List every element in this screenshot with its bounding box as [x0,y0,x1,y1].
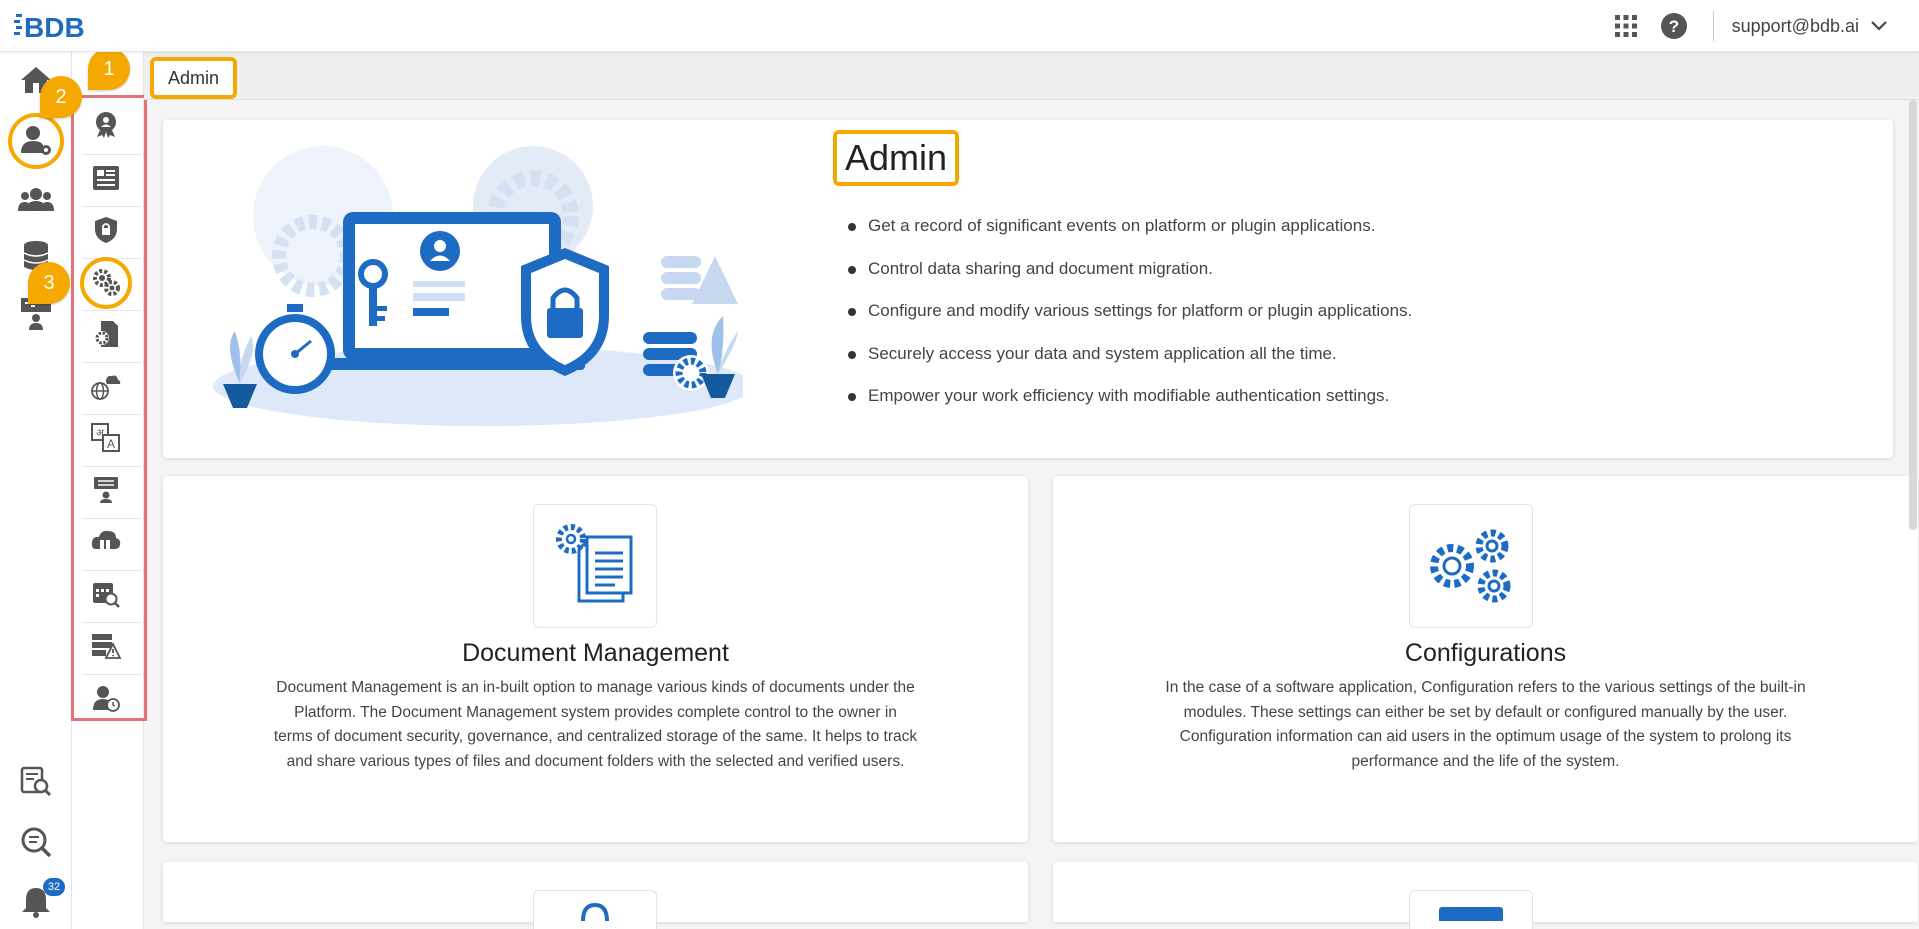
card-description: Document Management is an in-built optio… [273,679,918,771]
language-translate-icon[interactable]: अA [84,416,128,460]
list-item: Control data sharing and document migrat… [848,259,1412,302]
submenu-separator [82,154,142,155]
submenu-separator [82,622,142,623]
partial-card[interactable] [1053,862,1918,929]
top-bar: BDB ? support@bdb.ai [0,0,1919,52]
breadcrumb-admin[interactable]: Admin [150,57,238,99]
audit-badge-icon[interactable] [84,102,128,146]
notification-count-badge: 32 [43,878,65,896]
card-title: Configurations [1404,639,1567,667]
admin-feature-list: Get a record of significant events on pl… [848,216,1412,429]
header-divider [1712,11,1714,41]
submenu-separator [82,518,142,519]
user-clock-icon[interactable] [84,676,128,720]
list-item: Securely access your data and system app… [848,344,1412,387]
breadcrumb-bar [144,52,1919,100]
configurations-card-icon [1409,504,1533,628]
submenu-separator [82,570,142,571]
submenu-separator [82,206,142,207]
list-item: Configure and modify various settings fo… [848,301,1412,344]
document-management-card-icon [533,504,657,628]
configurations-card[interactable]: Configurations In the case of a software… [1053,476,1918,842]
apps-grid-icon[interactable] [1611,11,1641,41]
partial-card-icon [1409,890,1533,929]
server-warning-icon[interactable] [84,624,128,668]
step-marker-2: 2 [40,76,82,118]
search-icon[interactable] [12,818,60,866]
globe-cloud-icon[interactable] [84,364,128,408]
submenu-separator [82,466,142,467]
users-group-icon[interactable] [12,176,60,224]
submenu-separator [82,310,142,311]
admin-hero-card: Admin Get a record of significant events… [163,120,1893,458]
list-item: Get a record of significant events on pl… [848,216,1412,259]
document-management-icon[interactable] [84,156,128,200]
card-title: Document Management [462,639,729,667]
calendar-search-icon[interactable] [84,572,128,616]
step-marker-1: 1 [88,48,130,90]
step-2-highlight-ring [8,113,64,169]
submenu-separator [82,362,142,363]
chevron-down-icon[interactable] [1871,21,1887,31]
help-icon[interactable]: ? [1659,11,1689,41]
security-shield-icon[interactable] [84,208,128,252]
partial-card-icon [533,890,657,929]
logo-text: BDB [24,12,85,43]
submenu-separator [82,414,142,415]
user-email[interactable]: support@bdb.ai [1732,16,1859,37]
svg-text:?: ? [1668,17,1678,36]
cloud-server-icon[interactable] [84,520,128,564]
step-3-highlight-ring [80,257,132,309]
presenter-icon[interactable] [84,468,128,512]
step-marker-3: 3 [28,262,70,304]
file-settings-icon[interactable] [84,312,128,356]
document-management-card[interactable]: Document Management Document Management … [163,476,1028,842]
main-nav-rail [0,52,72,929]
bdb-logo[interactable]: BDB [14,8,100,44]
submenu-separator [82,674,142,675]
data-search-icon[interactable] [12,758,60,806]
admin-page-title: Admin [833,130,960,186]
page-scrollbar[interactable] [1909,100,1917,530]
list-item: Empower your work efficiency with modifi… [848,386,1412,429]
card-description: In the case of a software application, C… [1165,679,1806,771]
admin-illustration [213,146,743,426]
partial-card[interactable] [163,862,1028,929]
svg-text:A: A [107,437,115,451]
